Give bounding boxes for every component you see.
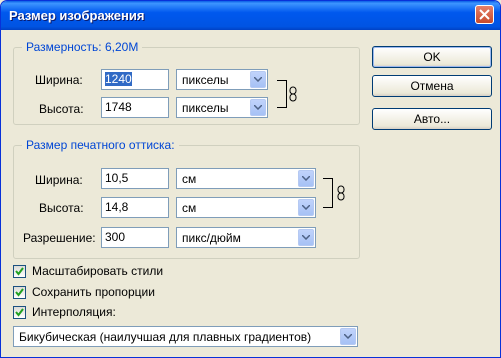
resolution-input[interactable]: 300	[101, 227, 169, 248]
dropdown-arrow-icon	[298, 229, 314, 246]
resolution-unit: пикс/дюйм	[182, 231, 241, 245]
doc-height-label: Высота:	[39, 201, 84, 215]
doc-height-unit-select[interactable]: см	[176, 197, 316, 218]
pixel-width-input[interactable]: 1240	[101, 69, 169, 90]
pixel-height-unit-select[interactable]: пикселы	[176, 97, 268, 118]
document-link-bracket	[323, 178, 333, 208]
dropdown-arrow-icon	[340, 328, 356, 345]
checkmark-icon	[15, 308, 24, 317]
dropdown-arrow-icon	[250, 99, 266, 116]
scale-styles-label: Масштабировать стили	[32, 264, 164, 278]
pixel-height-value: 1748	[105, 100, 132, 114]
close-icon	[479, 9, 490, 20]
doc-width-unit: см	[182, 172, 197, 186]
pixel-width-unit-select[interactable]: пикселы	[176, 69, 268, 90]
ok-button[interactable]: OK	[372, 46, 492, 68]
cancel-button[interactable]: Отмена	[372, 75, 492, 97]
doc-height-unit: см	[182, 201, 197, 215]
resample-method-select[interactable]: Бикубическая (наилучшая для плавных град…	[13, 326, 358, 347]
resample-method-value: Бикубическая (наилучшая для плавных град…	[19, 330, 312, 344]
chain-link-icon[interactable]	[289, 86, 297, 102]
doc-width-input[interactable]: 10,5	[101, 168, 169, 189]
pixel-dimensions-title: Размерность: 6,20M	[22, 40, 143, 54]
window-title: Размер изображения	[9, 8, 145, 23]
doc-height-value: 14,8	[105, 200, 129, 214]
pixel-width-unit: пикселы	[182, 73, 229, 87]
checkmark-icon	[15, 288, 24, 297]
pixel-height-label: Высота:	[39, 102, 84, 116]
pixel-width-label: Ширина:	[35, 73, 83, 87]
close-button[interactable]	[475, 5, 494, 24]
doc-height-input[interactable]: 14,8	[101, 197, 169, 218]
dropdown-arrow-icon	[298, 170, 314, 187]
dropdown-arrow-icon	[250, 71, 266, 88]
chain-link-icon[interactable]	[337, 185, 345, 201]
auto-button[interactable]: Авто...	[372, 108, 492, 130]
title-bar[interactable]: Размер изображения	[1, 1, 500, 30]
pixel-dimensions-label: Размерность:	[26, 40, 102, 54]
document-size-title: Размер печатного оттиска:	[22, 138, 179, 152]
doc-width-value: 10,5	[105, 171, 129, 185]
pixel-height-input[interactable]: 1748	[101, 97, 169, 118]
resolution-label: Разрешение:	[23, 231, 96, 245]
pixel-dimensions-size: 6,20M	[104, 40, 139, 54]
resample-label: Интерполяция:	[32, 305, 116, 319]
scale-styles-checkbox[interactable]	[13, 265, 26, 278]
pixel-link-bracket	[277, 80, 287, 108]
image-size-dialog: Размер изображения Размерность: 6,20M Ши…	[0, 0, 501, 358]
doc-width-unit-select[interactable]: см	[176, 168, 316, 189]
constrain-proportions-checkbox[interactable]	[13, 286, 26, 299]
pixel-height-unit: пикселы	[182, 101, 229, 115]
dropdown-arrow-icon	[298, 199, 314, 216]
pixel-width-value: 1240	[105, 72, 132, 86]
doc-width-label: Ширина:	[35, 173, 83, 187]
resolution-unit-select[interactable]: пикс/дюйм	[176, 227, 316, 248]
constrain-proportions-label: Сохранить пропорции	[32, 285, 155, 299]
checkmark-icon	[15, 267, 24, 276]
resample-checkbox[interactable]	[13, 306, 26, 319]
resolution-value: 300	[105, 230, 126, 244]
